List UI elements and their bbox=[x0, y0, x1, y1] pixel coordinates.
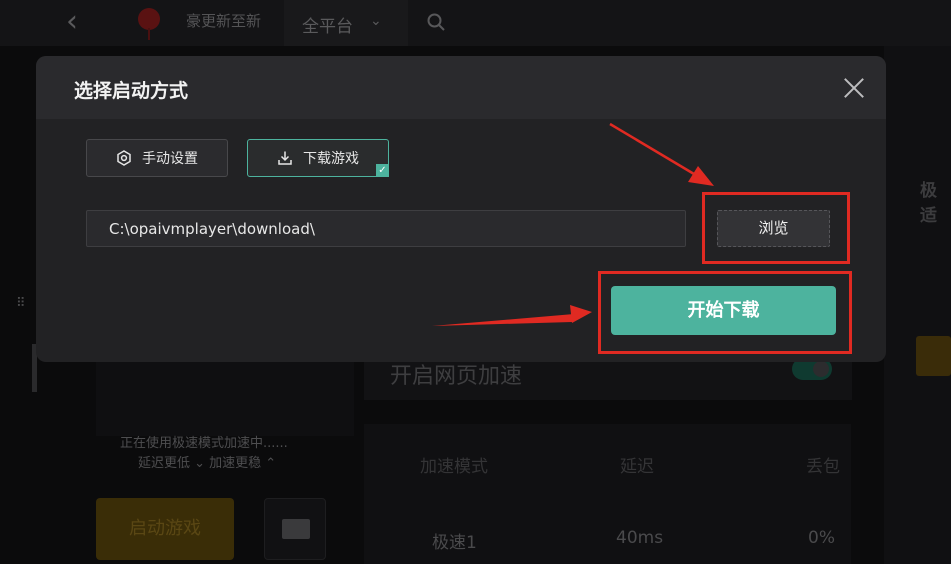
download-game-label: 下载游戏 bbox=[303, 151, 359, 167]
table-cell-latency: 40ms bbox=[616, 528, 664, 548]
web-accel-label: 开启网页加速 bbox=[390, 364, 523, 389]
back-arrow-icon[interactable]: ‹ bbox=[66, 4, 96, 40]
right-edge-label: 极适 bbox=[920, 181, 937, 226]
grid-icon[interactable]: ⠿ bbox=[16, 296, 26, 311]
table-header-latency: 延迟 bbox=[620, 457, 654, 477]
table-header-mode: 加速模式 bbox=[420, 457, 488, 477]
close-icon[interactable] bbox=[840, 74, 868, 102]
start-download-highlight-box bbox=[598, 271, 852, 354]
right-panel bbox=[884, 46, 951, 564]
manual-settings-label: 手动设置 bbox=[142, 151, 198, 167]
browse-highlight-box bbox=[702, 192, 850, 264]
table-cell-mode: 极速1 bbox=[432, 533, 477, 553]
search-icon[interactable] bbox=[426, 12, 446, 32]
download-path-input[interactable] bbox=[86, 210, 686, 247]
checkmark-icon: ✓ bbox=[376, 164, 389, 177]
launch-game-button[interactable]: 启动游戏 bbox=[96, 498, 234, 560]
folder-button[interactable] bbox=[264, 498, 326, 560]
game-cover-panel bbox=[96, 360, 354, 436]
table-cell-loss: 0% bbox=[808, 528, 835, 548]
right-action-button[interactable] bbox=[916, 336, 951, 376]
gear-icon bbox=[117, 150, 131, 166]
manual-settings-button[interactable]: 手动设置 bbox=[86, 139, 228, 177]
news-ticker[interactable]: 豪更新至新 bbox=[186, 10, 261, 31]
download-game-button[interactable]: 下载游戏 ✓ bbox=[247, 139, 389, 177]
dialog-title: 选择启动方式 bbox=[74, 80, 189, 102]
table-header-loss: 丢包 bbox=[806, 457, 840, 477]
lantern-icon bbox=[136, 2, 162, 40]
download-icon bbox=[278, 151, 292, 165]
platform-filter[interactable]: 全平台 bbox=[302, 12, 353, 37]
folder-icon bbox=[282, 519, 310, 539]
accel-status-options[interactable]: 延迟更低 ⌄ 加速更稳 ⌃ bbox=[138, 452, 276, 471]
chevron-down-icon[interactable]: ⌄ bbox=[370, 13, 382, 29]
accel-status-text: 正在使用极速模式加速中...... bbox=[120, 436, 288, 451]
